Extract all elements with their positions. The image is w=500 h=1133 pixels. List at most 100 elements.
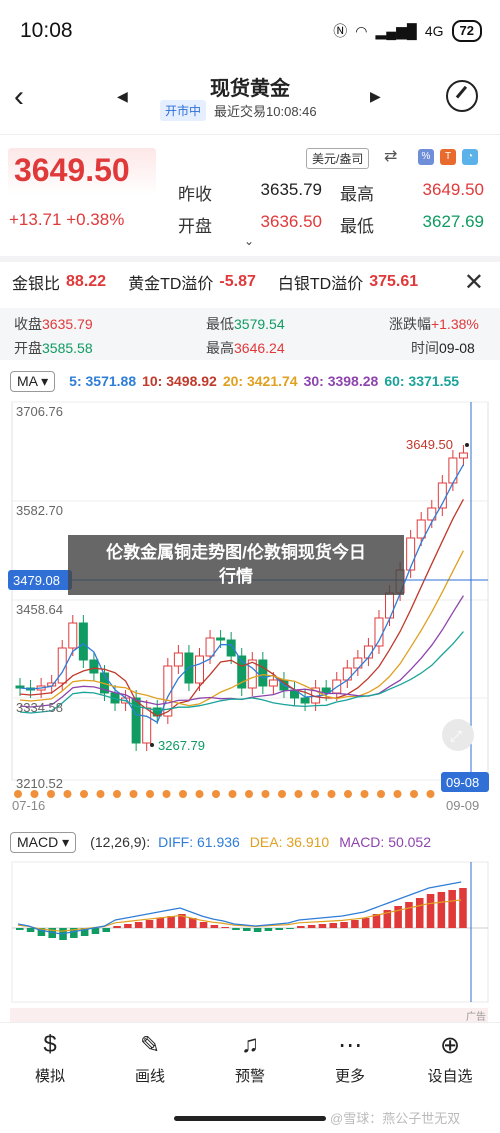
info-chg-label: 涨跌幅 — [389, 316, 431, 332]
event-dot — [113, 790, 121, 798]
y-label: 3458.64 — [16, 602, 63, 617]
macd-bar — [124, 924, 132, 928]
event-dot — [80, 790, 88, 798]
event-dot — [360, 790, 369, 798]
ma-selector[interactable]: MA ▾ — [10, 370, 56, 392]
more-button[interactable]: ⋯ 更多 — [310, 1023, 390, 1092]
info-low-label: 最低 — [206, 316, 234, 332]
event-dot — [195, 790, 204, 798]
spread-label: 金银比 — [12, 276, 61, 293]
ma-selector-label: MA — [17, 372, 38, 389]
refresh-icon[interactable] — [446, 80, 478, 112]
ma-20: 20: 3421.74 — [222, 373, 298, 389]
open-label: 开盘 — [178, 217, 212, 236]
macd-bar — [329, 923, 338, 928]
info-high-label: 最高 — [206, 340, 234, 356]
quote-panel: 3649.50 +13.71 +0.38% 美元/盎司 ⇄ % T ◔ 昨收 3… — [0, 138, 500, 250]
draw-line-button[interactable]: ✎ 画线 — [110, 1023, 190, 1092]
event-dot — [245, 790, 253, 798]
ma-5: 5: 3571.88 — [69, 373, 137, 389]
macd-bar — [167, 916, 175, 928]
spread-value: -5.87 — [219, 273, 256, 290]
ma-10: 10: 3498.92 — [142, 373, 217, 389]
ma-30: 30: 3398.28 — [303, 373, 379, 389]
macd-bar — [426, 894, 435, 928]
low-value: 3627.69 — [422, 212, 484, 231]
expand-chevron-icon[interactable]: ⌄ — [244, 234, 254, 248]
event-dot — [146, 790, 154, 798]
chart-icon[interactable]: ◔ — [462, 149, 478, 165]
macd-bar — [318, 924, 327, 928]
macd-bar — [448, 890, 456, 928]
max-marker: 3649.50 — [406, 437, 453, 452]
min-marker-dot — [150, 743, 154, 747]
high-label: 最高 — [340, 185, 374, 204]
info-close-value: 3635.79 — [42, 316, 93, 332]
expand-icon: ⤢ — [450, 728, 463, 745]
overlay-line-1: 伦敦金属铜走势图/伦敦铜现货今日 — [106, 543, 366, 562]
event-dot — [162, 790, 171, 798]
price-change: +13.71 +0.38% — [9, 210, 125, 229]
battery-icon: 72 — [451, 20, 482, 42]
close-icon[interactable]: ✕ — [464, 268, 484, 297]
info-low-value: 3579.54 — [234, 316, 285, 332]
candle — [342, 667, 352, 681]
tool-label: 预警 — [234, 1068, 265, 1085]
y-label: 3210.52 — [16, 776, 63, 791]
macd-bar — [405, 902, 413, 928]
y-label: 3582.70 — [16, 503, 63, 518]
spread-label: 黄金TD溢价 — [128, 276, 214, 293]
caret-down-icon: ▾ — [62, 833, 70, 850]
pen-icon: ✎ — [139, 1032, 161, 1059]
macd-bar — [91, 928, 100, 934]
macd-bar — [16, 928, 24, 930]
caret-down-icon: ▾ — [41, 372, 49, 389]
macd-bar — [243, 928, 251, 931]
macd-bar — [361, 918, 370, 928]
event-dot — [410, 790, 418, 798]
simulate-button[interactable]: $ 模拟 — [10, 1023, 90, 1092]
add-favorite-button[interactable]: ⊕ 设自选 — [410, 1023, 490, 1092]
event-dot — [212, 790, 220, 798]
y-label: 3706.76 — [16, 404, 63, 419]
overlay-line-2: 行情 — [219, 567, 253, 586]
candle — [194, 655, 204, 684]
event-dot — [344, 790, 352, 798]
add-favorite-icon: ⊕ — [439, 1032, 461, 1059]
event-dot — [294, 790, 303, 798]
percent-icon[interactable]: % — [418, 149, 434, 165]
high-value: 3649.50 — [422, 180, 484, 199]
ma-60: 60: 3371.55 — [384, 373, 460, 389]
simulate-icon: $ — [43, 1031, 57, 1058]
macd-bar — [286, 928, 294, 929]
event-dot — [63, 790, 72, 798]
candle — [300, 697, 310, 704]
macd-diff: DIFF: 61.936 — [158, 834, 240, 850]
macd-bar — [199, 922, 208, 928]
last-price: 3649.50 — [14, 152, 130, 188]
alert-button[interactable]: ♫ 预警 — [210, 1023, 290, 1092]
nfc-icon: Ⓝ — [333, 23, 348, 39]
event-dot — [311, 790, 319, 798]
swap-icon[interactable]: ⇄ — [384, 146, 397, 166]
nav-bar: ‹ ◀ 现货黄金 开市中 最近交易10:08:46 ▶ — [0, 62, 500, 132]
macd-value: MACD: 50.052 — [339, 834, 432, 850]
info-icon[interactable]: T — [440, 149, 456, 165]
event-dot — [14, 790, 22, 798]
info-open-value: 3585.58 — [42, 340, 93, 356]
event-dot — [179, 790, 187, 798]
candle — [406, 537, 416, 571]
tool-label: 模拟 — [34, 1068, 65, 1085]
spread-value: 375.61 — [369, 273, 419, 290]
currency-unit-button[interactable]: 美元/盎司 — [306, 148, 370, 169]
more-icon: ⋯ — [338, 1032, 362, 1059]
candle — [78, 622, 88, 661]
x-label-end: 09-09 — [446, 798, 479, 813]
candle — [68, 622, 78, 649]
macd-selector[interactable]: MACD ▾ — [10, 831, 77, 853]
candlestick-chart[interactable]: 3706.76 3582.70 3458.64 3334.58 3210.52 … — [0, 398, 500, 818]
event-dot — [426, 790, 435, 798]
ad-banner[interactable] — [10, 1008, 488, 1022]
candle — [205, 637, 215, 657]
next-instrument-icon[interactable]: ▶ — [370, 88, 381, 105]
